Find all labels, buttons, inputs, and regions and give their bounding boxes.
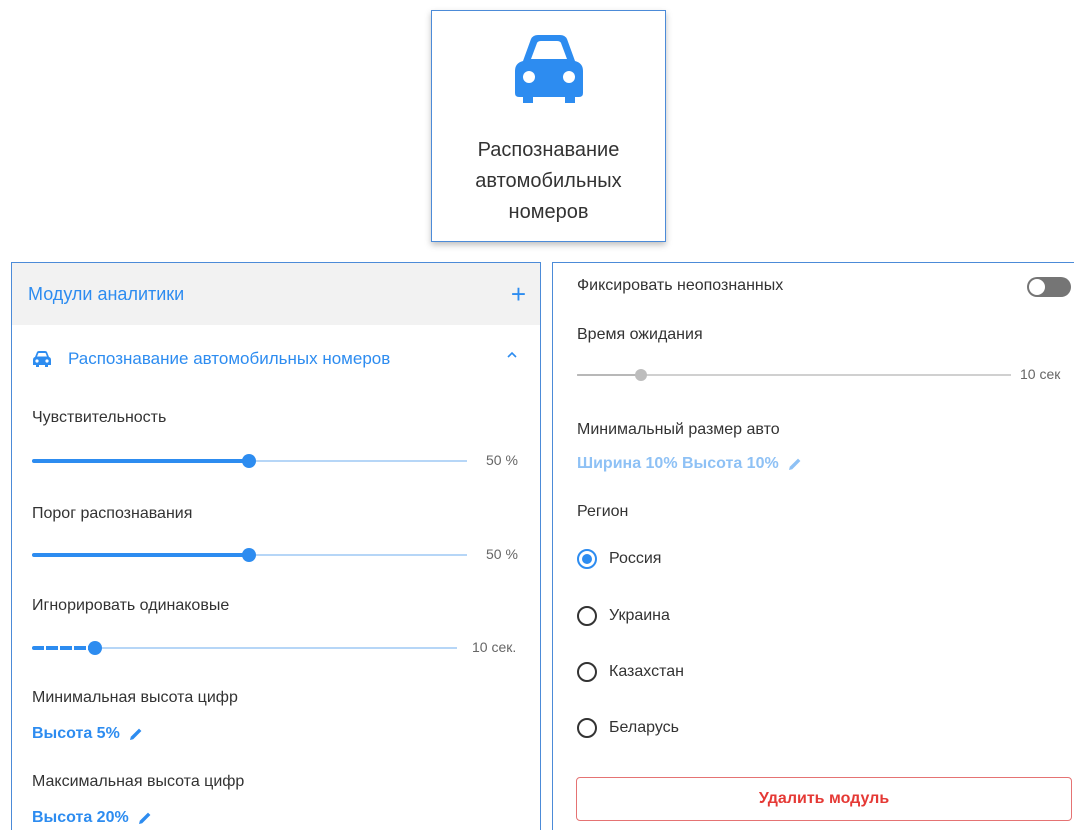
chevron-up-icon[interactable] — [506, 349, 518, 361]
max-digit-height-link[interactable]: Высота 20% — [32, 809, 153, 827]
slider-fill — [32, 646, 94, 650]
threshold-label: Порог распознавания — [32, 505, 193, 522]
max-digit-height-label: Максимальная высота цифр — [32, 773, 245, 790]
radio-unchecked-icon[interactable] — [577, 662, 597, 682]
threshold-value: 50 % — [486, 546, 518, 562]
fix-unrecognized-label: Фиксировать неопознанных — [577, 277, 784, 294]
region-option-label: Беларусь — [609, 719, 679, 736]
module-card[interactable]: Распознавание автомобильных номеров — [431, 10, 666, 242]
wait-time-slider[interactable]: 10 сек — [577, 365, 1074, 385]
panel-title: Модули аналитики — [28, 283, 185, 304]
panel-header: Модули аналитики + — [12, 263, 540, 325]
ignore-same-label: Игнорировать одинаковые — [32, 597, 230, 614]
slider-fill — [32, 553, 250, 557]
pencil-icon[interactable] — [787, 456, 803, 472]
ignore-same-slider[interactable]: 10 сек. — [32, 638, 537, 658]
slider-thumb[interactable] — [635, 369, 647, 381]
sensitivity-value: 50 % — [486, 452, 518, 468]
min-digit-height-link[interactable]: Высота 5% — [32, 725, 144, 743]
wait-time-value: 10 сек — [1020, 366, 1061, 382]
threshold-slider[interactable]: 50 % — [32, 545, 532, 565]
region-option-belarus[interactable]: Беларусь — [577, 718, 679, 738]
ignore-same-value: 10 сек. — [472, 639, 517, 655]
region-option-russia[interactable]: Россия — [577, 549, 661, 569]
region-option-label: Россия — [609, 550, 662, 567]
slider-thumb[interactable] — [88, 641, 102, 655]
pencil-icon[interactable] — [128, 726, 144, 742]
max-digit-height-value: Высота 20% — [32, 809, 129, 826]
min-car-size-label: Минимальный размер авто — [577, 421, 780, 438]
sensitivity-label: Чувствительность — [32, 409, 167, 426]
delete-module-button[interactable]: Удалить модуль — [576, 777, 1072, 821]
slider-fill — [577, 374, 639, 376]
plus-icon[interactable]: + — [511, 281, 526, 307]
region-option-label: Украина — [609, 607, 670, 624]
wait-time-label: Время ожидания — [577, 326, 703, 343]
analytics-modules-panel: Модули аналитики + Распознавание автомоб… — [11, 262, 541, 830]
region-option-kazakhstan[interactable]: Казахстан — [577, 662, 684, 682]
car-icon — [514, 35, 583, 103]
module-name: Распознавание автомобильных номеров — [68, 349, 391, 368]
fix-unrecognized-toggle[interactable] — [1027, 277, 1071, 297]
radio-checked-icon[interactable] — [577, 549, 597, 569]
min-digit-height-value: Высота 5% — [32, 725, 120, 742]
min-car-size-link[interactable]: Ширина 10% Высота 10% — [577, 455, 803, 473]
slider-thumb[interactable] — [242, 454, 256, 468]
radio-unchecked-icon[interactable] — [577, 718, 597, 738]
region-label: Регион — [577, 503, 629, 520]
car-icon — [33, 351, 51, 367]
module-card-label: Распознавание автомобильных номеров — [475, 139, 622, 223]
slider-fill — [32, 459, 250, 463]
min-car-size-value: Ширина 10% Высота 10% — [577, 455, 779, 472]
module-row[interactable]: Распознавание автомобильных номеров — [32, 347, 532, 371]
toggle-knob — [1029, 279, 1045, 295]
region-option-ukraine[interactable]: Украина — [577, 606, 670, 626]
region-option-label: Казахстан — [609, 663, 684, 680]
sensitivity-slider[interactable]: 50 % — [32, 451, 532, 471]
pencil-icon[interactable] — [137, 810, 153, 826]
radio-unchecked-icon[interactable] — [577, 606, 597, 626]
min-digit-height-label: Минимальная высота цифр — [32, 689, 238, 706]
module-settings-panel: Фиксировать неопознанных Время ожидания … — [552, 262, 1074, 830]
slider-thumb[interactable] — [242, 548, 256, 562]
